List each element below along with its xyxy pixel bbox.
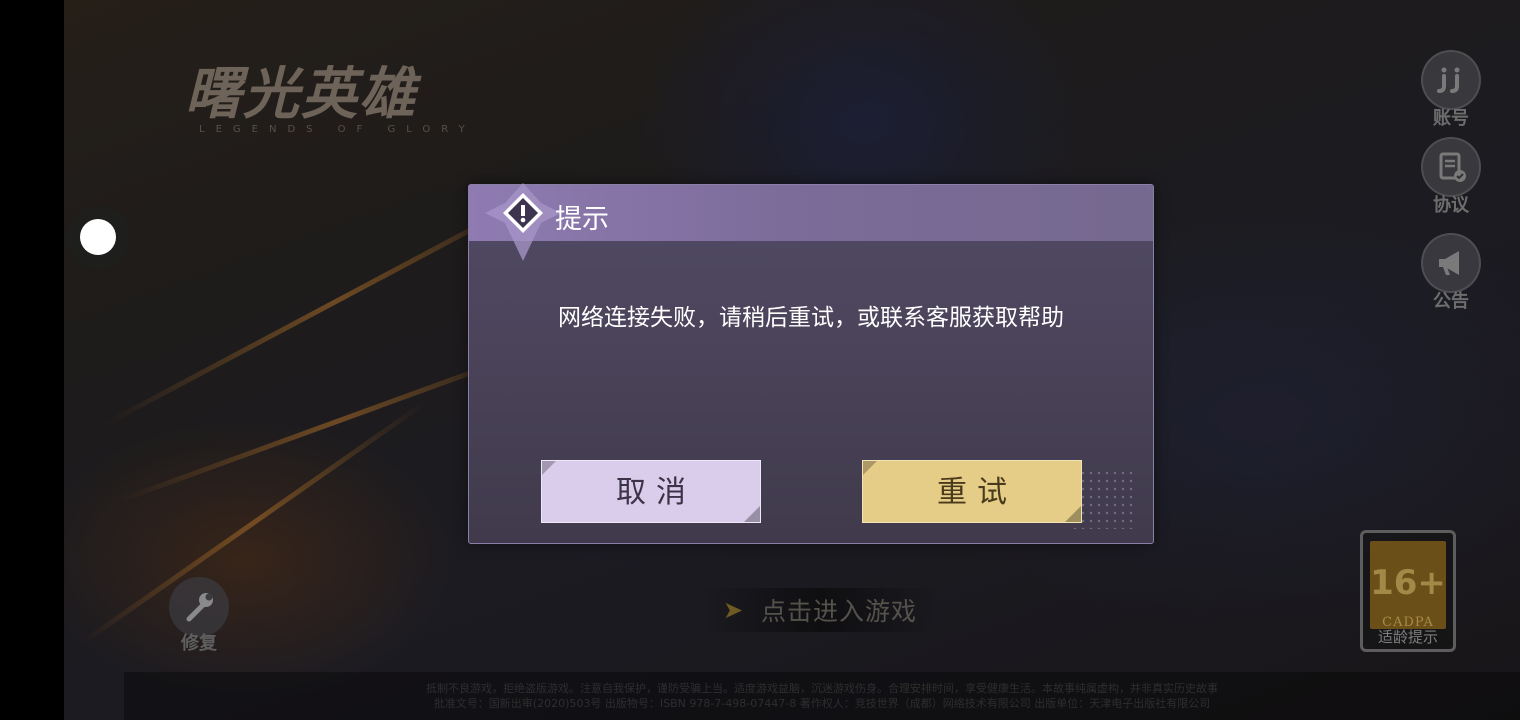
network-error-dialog: 提示 网络连接失败，请稍后重试，或联系客服获取帮助 取消 重试	[468, 183, 1154, 544]
legal-footer: 抵制不良游戏，拒绝盗版游戏。注意自我保护，谨防受骗上当。适度游戏益脑，沉迷游戏伤…	[124, 672, 1520, 720]
announcement-icon	[1421, 233, 1481, 293]
enter-game-button[interactable]: ➤ 点击进入游戏	[700, 588, 940, 632]
age-rating-inner: 16+ CADPA	[1370, 541, 1446, 630]
floating-assistive-ball[interactable]	[66, 205, 130, 269]
side-button-account[interactable]: 账号	[1420, 50, 1482, 130]
button-corner-decoration	[542, 461, 556, 475]
retry-button-label: 重试	[937, 475, 1017, 510]
enter-game-label: 点击进入游戏	[761, 597, 918, 626]
logo-title: 曙光英雄	[185, 61, 417, 127]
account-icon	[1421, 50, 1481, 110]
button-corner-decoration	[863, 461, 877, 475]
age-rating-number: 16+	[1370, 563, 1446, 603]
age-rating-badge[interactable]: 16+ CADPA 适龄提示	[1360, 530, 1456, 652]
logo-subtitle: LEGENDS OF GLORY	[199, 124, 476, 135]
footer-line-2: 批准文号：国新出审(2020)503号 出版物号：ISBN 978-7-498-…	[433, 697, 1211, 710]
wrench-icon	[169, 577, 229, 637]
left-black-bar	[0, 0, 64, 720]
play-arrow-icon: ➤	[722, 596, 744, 624]
button-corner-decoration	[1065, 506, 1081, 522]
dialog-title: 提示	[555, 204, 609, 235]
game-logo: 曙光英雄 LEGENDS OF GLORY	[185, 62, 515, 142]
side-button-agreement[interactable]: 协议	[1420, 137, 1482, 217]
dialog-message: 网络连接失败，请稍后重试，或联系客服获取帮助	[558, 305, 1064, 331]
side-button-label: 账号	[1433, 108, 1469, 129]
floating-ball-dot	[80, 219, 116, 255]
side-button-announcement[interactable]: 公告	[1420, 233, 1482, 313]
footer-line-1: 抵制不良游戏，拒绝盗版游戏。注意自我保护，谨防受骗上当。适度游戏益脑，沉迷游戏伤…	[426, 682, 1218, 695]
age-rating-label: 适龄提示	[1377, 628, 1438, 646]
side-button-label: 协议	[1433, 195, 1469, 216]
cancel-button[interactable]: 取消	[541, 460, 761, 523]
repair-button[interactable]: 修复	[168, 577, 230, 655]
repair-label: 修复	[181, 633, 217, 654]
side-button-label: 公告	[1433, 291, 1469, 312]
cancel-button-label: 取消	[616, 475, 696, 510]
retry-button[interactable]: 重试	[862, 460, 1082, 523]
agreement-icon	[1421, 137, 1481, 197]
button-corner-decoration	[744, 506, 760, 522]
